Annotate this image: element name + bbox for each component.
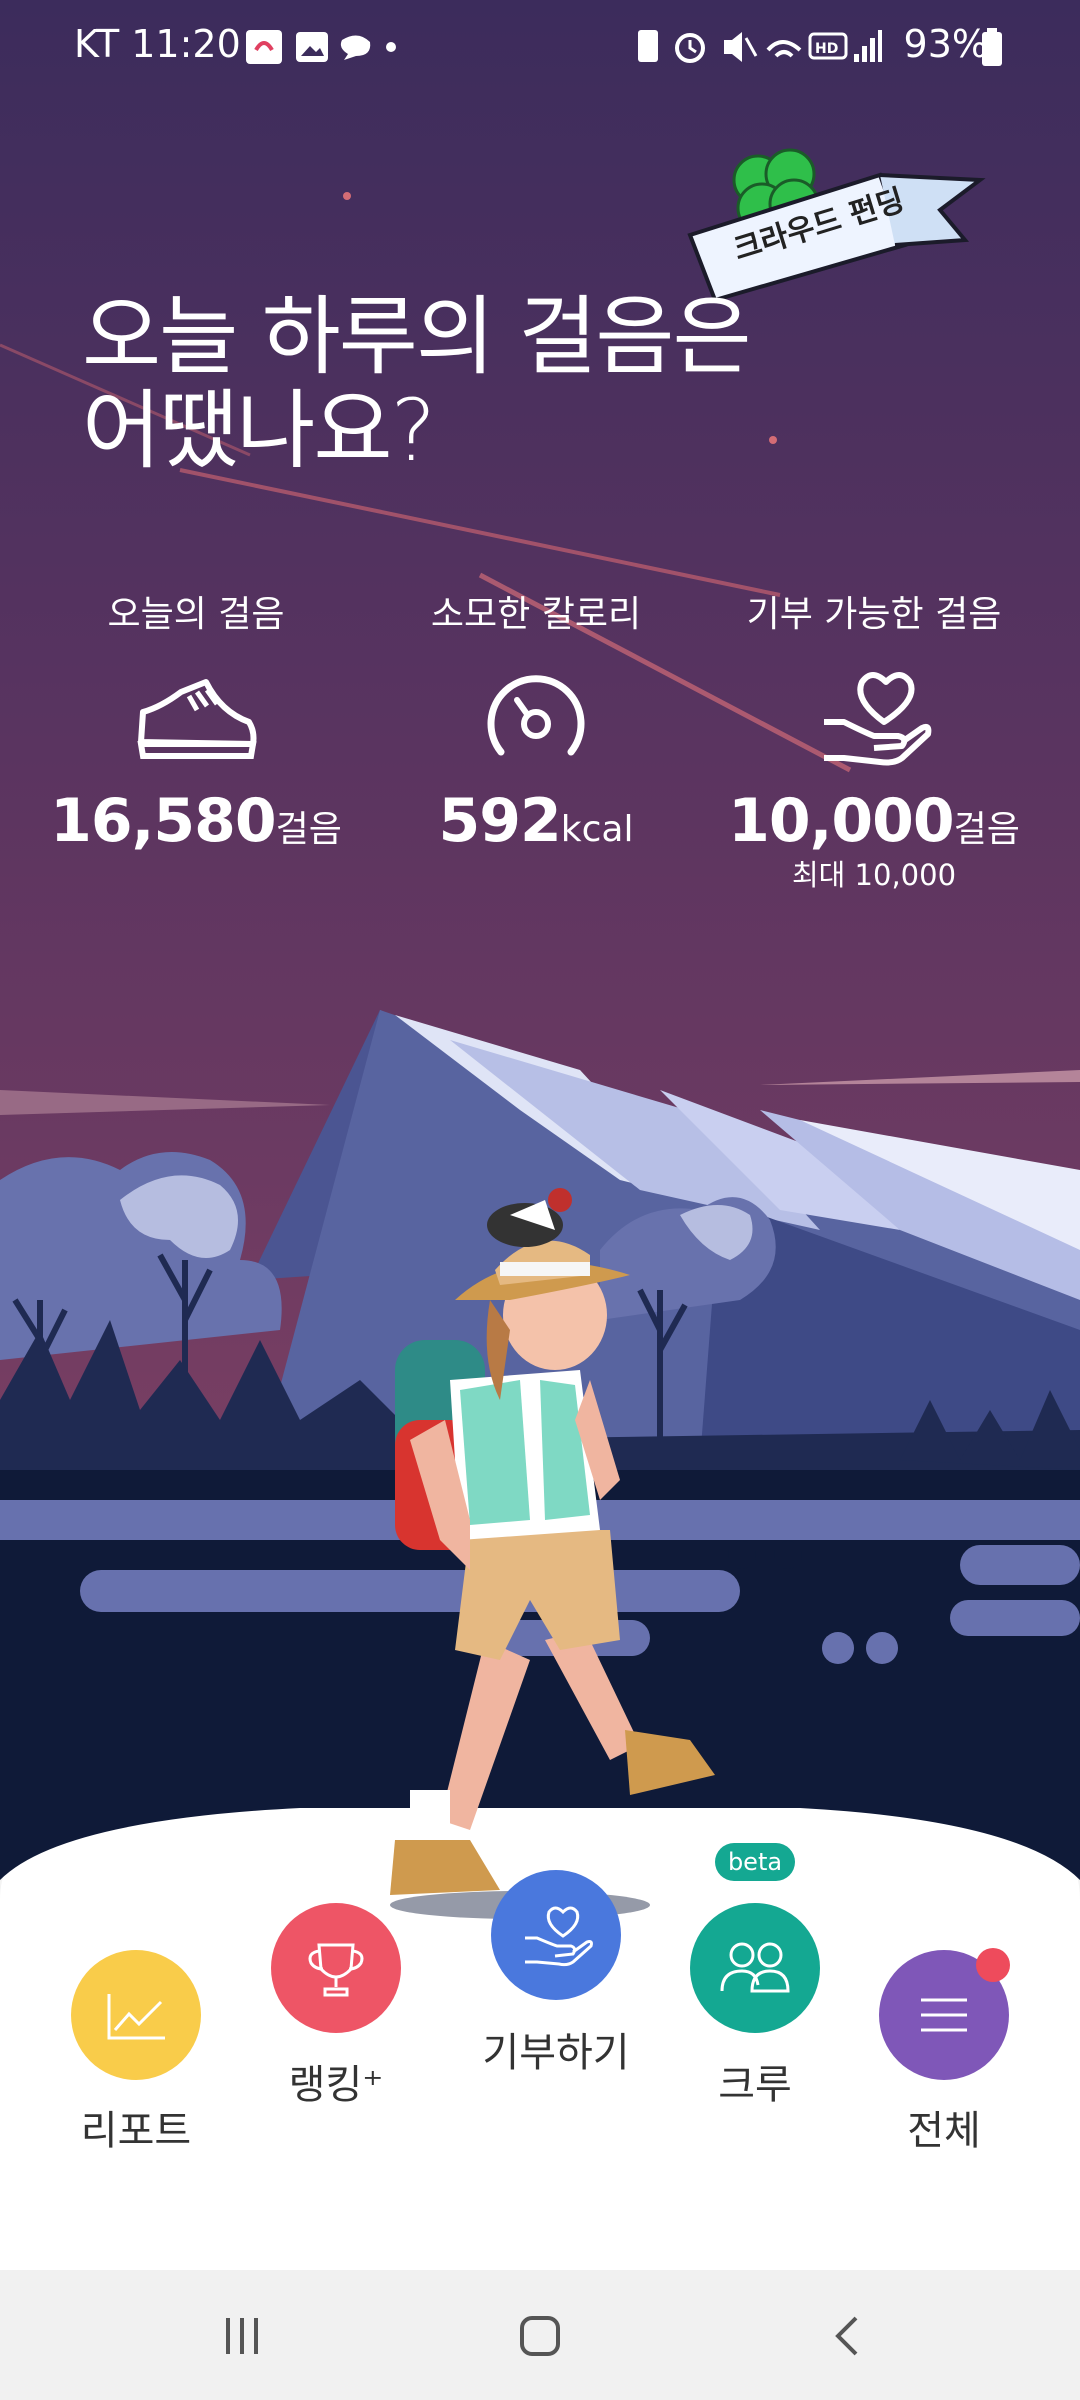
report-button[interactable]	[71, 1950, 201, 2080]
svg-text:HD: HD	[815, 41, 838, 57]
report-label[interactable]: 리포트	[36, 2098, 236, 2156]
donatable-max: 최대 10,000	[791, 858, 957, 892]
notification-dot	[976, 1948, 1010, 1982]
beta-badge: beta	[715, 1843, 795, 1881]
ranking-button[interactable]	[271, 1903, 401, 2033]
trophy-icon	[308, 1943, 364, 1997]
calories-unit: kcal	[560, 809, 634, 850]
donate-label[interactable]: 기부하기	[456, 2020, 656, 2078]
people-icon	[720, 1942, 790, 1993]
donatable-unit: 걸음	[953, 809, 1020, 850]
calories-value: 592	[438, 786, 562, 856]
recent-apps-icon[interactable]	[220, 2314, 264, 2358]
battery-icon	[982, 28, 1002, 66]
ranking-label[interactable]: 랭킹⁺	[236, 2052, 436, 2110]
donatable-label: 기부 가능한 걸음	[746, 594, 1002, 635]
clock-carrier: KT 11:20	[74, 22, 241, 66]
system-navigation-bar	[0, 2270, 1080, 2400]
status-bar: KT 11:20 HD 93%	[0, 0, 1080, 90]
heart-hand-icon	[525, 1906, 593, 1967]
steps-label: 오늘의 걸음	[107, 594, 285, 635]
steps-value: 16,580	[50, 786, 277, 856]
stat-donatable-steps[interactable]: 기부 가능한 걸음 10,000걸음 최대 10,000	[704, 590, 1044, 894]
battery-percentage: 93%	[903, 22, 988, 66]
crew-button[interactable]	[690, 1903, 820, 2033]
donate-button[interactable]	[491, 1870, 621, 2000]
page-title: 오늘 하루의 걸음은 어땠나요?	[82, 290, 782, 478]
home-icon[interactable]	[518, 2314, 562, 2358]
steps-unit: 걸음	[275, 809, 342, 850]
calories-label: 소모한 칼로리	[430, 594, 642, 635]
chart-icon	[107, 1994, 165, 2040]
stat-calories[interactable]: 소모한 칼로리 592kcal	[366, 590, 706, 856]
heart-hand-icon	[824, 672, 932, 766]
system-status-icons: HD	[638, 30, 882, 63]
all-menu-label[interactable]: 전체	[844, 2098, 1044, 2156]
crew-label[interactable]: 크루	[655, 2052, 855, 2110]
title-line-2: 어땠나요?	[82, 381, 436, 481]
gauge-icon	[487, 675, 585, 756]
donatable-value: 10,000	[728, 786, 955, 856]
notification-icons	[246, 30, 396, 64]
shoe-icon	[137, 679, 257, 759]
title-line-1: 오늘 하루의 걸음은	[82, 287, 752, 387]
back-icon[interactable]	[826, 2314, 870, 2358]
stat-steps[interactable]: 오늘의 걸음 16,580걸음	[26, 590, 366, 856]
